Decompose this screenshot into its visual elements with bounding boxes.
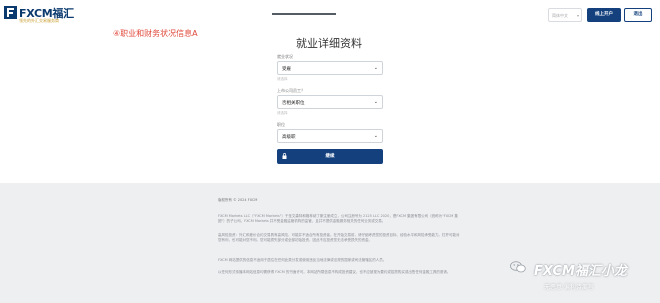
employment-status-label: 就业状况 — [277, 54, 293, 59]
position-value: 高级职 — [282, 135, 296, 140]
continue-button-label: 继续 — [325, 154, 335, 159]
position-label: 职位 — [277, 122, 285, 127]
copyright-text: 版权所有 © 2024 FXCM — [218, 198, 258, 202]
watermark-subtitle: 无恶意 偏利诗离写 — [544, 284, 594, 291]
footer-disclaimer-3: FXCM 网站提供的信息不适用于居住在任何此类分发或使用违反当地法律或法规的国家… — [218, 258, 387, 262]
chevron-down-icon: ▾ — [576, 13, 579, 18]
language-select[interactable]: 简体中文 ▾ — [548, 8, 582, 22]
wechat-icon — [510, 261, 526, 273]
employment-status-value: 受雇 — [282, 67, 291, 72]
step-progress-fill — [272, 13, 336, 15]
open-account-button[interactable]: 线上开户 — [587, 8, 621, 22]
logo-tagline: 领先的外汇交易服务商 — [19, 18, 59, 23]
footer-disclaimer-4: 以任何形式传播本网站信息均需获得 FXCM 的书面许可。本网站所载信息不构成投资… — [218, 270, 451, 274]
fxcm-logo-mark-icon — [4, 6, 17, 19]
wechat-watermark: FXCM福汇小龙 无恶意 偏利诗离写 — [510, 258, 660, 303]
chevron-down-icon: ⌄ — [373, 133, 378, 139]
listed-company-select[interactable]: 否相关职位 ⌄ — [277, 95, 383, 109]
listed-company-label: 上市公司员工？ — [277, 88, 305, 93]
continue-button[interactable]: 继续 — [277, 149, 383, 164]
employment-status-hint: 请选择 — [277, 77, 288, 81]
employment-status-select[interactable]: 受雇 ⌄ — [277, 61, 383, 75]
fxcm-logo[interactable]: FXCM福汇 领先的外汇交易服务商 — [4, 5, 78, 25]
language-select-value: 简体中文 — [552, 13, 568, 18]
lock-icon — [282, 153, 287, 159]
exit-button[interactable]: 退出 — [624, 8, 652, 22]
footer-disclaimer-2: 高风险投资：外汇和差价合约交易具有高风险，可能并不适合所有投资者。在开始交易前，… — [218, 233, 460, 242]
chevron-down-icon: ⌄ — [373, 99, 378, 105]
watermark-title: FXCM福汇小龙 — [534, 264, 627, 279]
header-bar: FXCM福汇 领先的外汇交易服务商 简体中文 ▾ 线上开户 退出 — [0, 0, 660, 30]
footer-disclaimer-1: FXCM Markets LLC（"FXCM Markets"）于圣文森特和格林… — [218, 214, 458, 223]
step-annotation: ④职业和财务状况信息A — [113, 29, 198, 38]
position-select[interactable]: 高级职 ⌄ — [277, 129, 383, 143]
chevron-down-icon: ⌄ — [373, 65, 378, 71]
listed-company-hint: 请选择 — [277, 111, 288, 115]
step-progress-bar — [272, 13, 336, 15]
listed-company-value: 否相关职位 — [282, 101, 305, 106]
form-title: 就业详细资料 — [296, 37, 362, 50]
